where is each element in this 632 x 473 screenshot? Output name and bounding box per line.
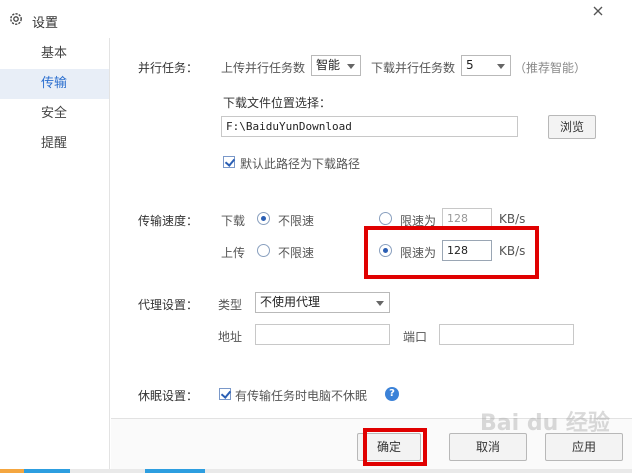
apply-button[interactable]: 应用: [545, 433, 623, 461]
download-speed-label: 下载: [221, 214, 246, 228]
proxy-port-label: 端口: [403, 330, 428, 344]
upload-parallel-select[interactable]: 智能: [311, 55, 361, 76]
upload-limit-highlight-box: [364, 226, 539, 279]
download-path-field[interactable]: F:\BaiduYunDownload: [221, 116, 518, 137]
proxy-port-input[interactable]: [439, 324, 574, 345]
close-icon[interactable]: [584, 2, 612, 22]
proxy-address-label: 地址: [218, 330, 243, 344]
parallel-hint: （推荐智能）: [514, 61, 587, 75]
default-path-label: 默认此路径为下载路径: [240, 157, 361, 171]
chevron-down-icon: [497, 64, 505, 69]
download-parallel-value: 5: [466, 58, 474, 72]
proxy-settings-label: 代理设置：: [138, 298, 199, 312]
default-path-checkbox[interactable]: [223, 156, 235, 168]
sidebar-item-transfer[interactable]: 传输: [0, 69, 109, 99]
download-unlimited-label: 不限速: [278, 214, 315, 228]
transfer-speed-label: 传输速度：: [138, 214, 199, 228]
download-unlimited-radio[interactable]: [257, 212, 270, 225]
proxy-type-label: 类型: [218, 298, 243, 312]
taskbar-strip: [0, 469, 632, 473]
download-location-label: 下载文件位置选择：: [223, 96, 332, 110]
download-parallel-label: 下载并行任务数: [371, 61, 456, 75]
proxy-type-select[interactable]: 不使用代理: [255, 292, 390, 313]
taskbar-segment: [24, 469, 70, 473]
upload-parallel-label: 上传并行任务数: [221, 61, 306, 75]
settings-gear-icon: [10, 13, 22, 25]
title-bar: 设置: [0, 0, 632, 38]
proxy-address-input[interactable]: [255, 324, 390, 345]
settings-sidebar: 基本 传输 安全 提醒: [0, 38, 110, 473]
upload-parallel-value: 智能: [316, 58, 341, 72]
upload-unlimited-radio[interactable]: [257, 244, 270, 257]
proxy-type-value: 不使用代理: [260, 295, 321, 309]
sidebar-item-basic[interactable]: 基本: [0, 39, 109, 69]
watermark: Bai du 经验: [480, 411, 610, 436]
transfer-settings-panel: 并行任务： 上传并行任务数 智能 下载并行任务数 5 （推荐智能） 下载文件位置…: [111, 38, 632, 418]
download-limit-radio[interactable]: [379, 212, 392, 225]
sidebar-item-security[interactable]: 安全: [0, 99, 109, 129]
download-parallel-select[interactable]: 5: [461, 55, 511, 76]
help-icon[interactable]: ?: [385, 387, 399, 401]
sidebar-item-reminder[interactable]: 提醒: [0, 129, 109, 159]
browse-button[interactable]: 浏览: [548, 115, 596, 139]
cancel-button[interactable]: 取消: [449, 433, 527, 461]
taskbar-segment: [145, 469, 205, 473]
window-title: 设置: [32, 16, 59, 31]
taskbar-segment: [0, 469, 24, 473]
chevron-down-icon: [376, 301, 384, 306]
sleep-settings-label: 休眠设置：: [138, 389, 199, 403]
no-sleep-checkbox[interactable]: [219, 388, 231, 400]
no-sleep-label: 有传输任务时电脑不休眠: [235, 389, 368, 403]
ok-highlight-box: [363, 428, 427, 466]
upload-speed-label: 上传: [221, 246, 246, 260]
upload-unlimited-label: 不限速: [278, 246, 315, 260]
download-unit-label: KB/s: [499, 212, 526, 226]
parallel-tasks-label: 并行任务：: [138, 61, 199, 75]
chevron-down-icon: [347, 64, 355, 69]
